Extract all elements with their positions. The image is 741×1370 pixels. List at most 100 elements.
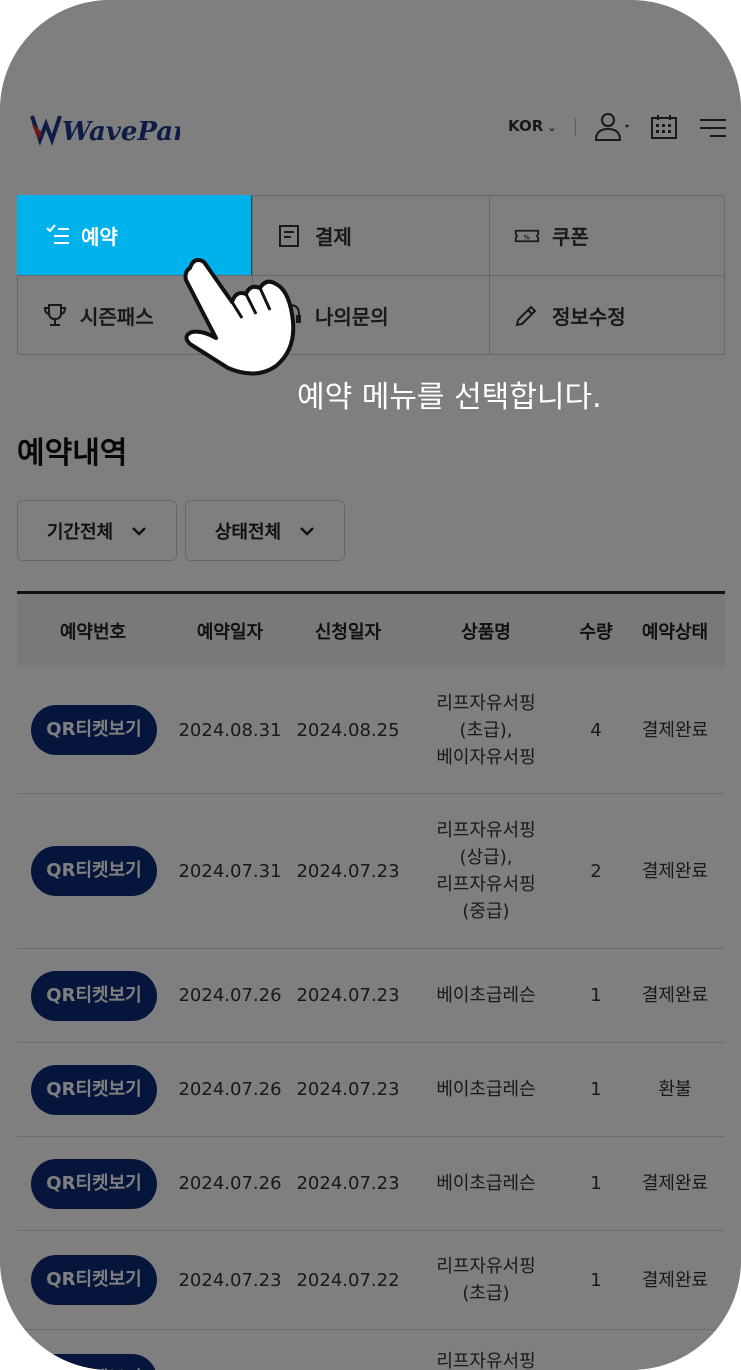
product-name: 베이초급레슨 [405, 982, 567, 1009]
period-filter-label: 기간전체 [46, 521, 114, 543]
menu-label: 시즌패스 [80, 304, 154, 329]
header-reservation-date: 예약일자 [196, 621, 264, 643]
tutorial-instruction: 예약 메뉴를 선택합니다. [297, 380, 602, 415]
header-apply-date: 신청일자 [314, 621, 382, 643]
svg-text:WavePark: WavePark [62, 117, 180, 147]
product-name: 베이초급레슨 [405, 1076, 567, 1103]
table-row: QR티켓보기 2024.07.31 2024.07.23 리프자유서핑 (상급)… [17, 794, 725, 949]
reservation-status: 결제완료 [641, 1269, 709, 1291]
header-product: 상품명 [461, 621, 511, 643]
apply-date: 2024.07.23 [296, 985, 400, 1006]
user-icon[interactable] [594, 112, 634, 142]
reservation-status: 결제완료 [641, 1173, 709, 1194]
reservation-status: 결제완료 [641, 985, 709, 1006]
screen: WavePark KOR⌄ 예약 결제 [0, 0, 741, 1370]
table-row: QR티켓보기 2024.07.23 2024.07.22 리프자유서핑 (초급)… [17, 1231, 725, 1330]
qr-ticket-button[interactable]: QR티켓보기 [31, 1255, 157, 1305]
qr-ticket-button[interactable]: QR티켓보기 [31, 1064, 157, 1115]
pointing-hand-icon [183, 258, 296, 376]
chevron-down-icon [300, 526, 315, 536]
header-reservation-no: 예약번호 [59, 621, 127, 643]
apply-date: 2024.07.22 [296, 1269, 400, 1291]
product-line: 베이초급레슨 [436, 985, 536, 1006]
trophy-icon [43, 304, 67, 326]
phone-frame: WavePark KOR⌄ 예약 결제 [0, 0, 741, 1370]
menu-label: 정보수정 [552, 304, 626, 329]
reservation-date: 2024.07.26 [178, 985, 282, 1006]
qr-ticket-button[interactable]: QR티켓보기 [31, 970, 157, 1021]
quantity: 2 [590, 860, 602, 882]
menu-coupon[interactable]: % 쿠폰 [490, 196, 725, 276]
product-line: (중급) [462, 901, 510, 922]
chevron-down-icon: ⌄ [547, 121, 557, 134]
product-name: 리프자유서핑 [405, 1348, 567, 1370]
reservation-table: 예약번호 예약일자 신청일자 상품명 수량 예약상태 QR티켓보기 2024.0… [17, 591, 725, 1370]
header: WavePark KOR⌄ [0, 100, 741, 160]
product-line: 리프자유서핑 [436, 1351, 536, 1370]
hamburger-menu-icon[interactable] [698, 116, 728, 140]
product-name: 리프자유서핑 (초급), 베이자유서핑 [405, 690, 567, 771]
qr-ticket-button[interactable]: QR티켓보기 [31, 705, 157, 755]
apply-date: 2024.07.23 [296, 1173, 400, 1194]
header-quantity: 수량 [579, 621, 613, 643]
menu-edit-info[interactable]: 정보수정 [490, 276, 725, 355]
product-name: 베이초급레슨 [405, 1170, 567, 1197]
menu-label: 결제 [315, 225, 352, 249]
quantity: 1 [590, 1079, 602, 1100]
product-line: 리프자유서핑 [436, 874, 536, 895]
product-name: 리프자유서핑 (상급), 리프자유서핑 (중급) [405, 817, 567, 925]
language-label: KOR [508, 117, 544, 135]
menu-label: 나의문의 [315, 304, 389, 329]
period-filter-dropdown[interactable]: 기간전체 [17, 500, 177, 561]
quantity: 1 [590, 1173, 602, 1194]
product-name: 리프자유서핑 (초급) [405, 1253, 567, 1307]
reservation-date: 2024.07.26 [178, 1173, 282, 1194]
coupon-icon: % [514, 229, 540, 242]
qr-ticket-button[interactable]: QR티켓보기 [31, 846, 157, 896]
apply-date: 2024.08.25 [296, 719, 400, 741]
product-line: 베이초급레슨 [436, 1173, 536, 1194]
quantity: 1 [590, 1269, 602, 1291]
apply-date: 2024.07.23 [296, 1079, 400, 1100]
reservation-date: 2024.07.26 [178, 1079, 282, 1100]
reservation-status: 결제완료 [641, 719, 709, 741]
product-line: 리프자유서핑 [436, 692, 536, 714]
reservation-date: 2024.08.31 [178, 719, 282, 741]
language-selector[interactable]: KOR ⌄ [508, 117, 556, 135]
status-filter-label: 상태전체 [214, 521, 282, 543]
reservation-status: 환불 [658, 1079, 692, 1100]
quantity: 1 [590, 985, 602, 1006]
product-line: (초급), [459, 719, 513, 741]
table-header: 예약번호 예약일자 신청일자 상품명 수량 예약상태 [17, 591, 725, 667]
reservation-status: 결제완료 [641, 860, 709, 882]
product-line: 베이자유서핑 [436, 746, 536, 768]
qr-ticket-button[interactable]: QR티켓보기 [31, 1158, 157, 1209]
quantity: 4 [590, 719, 602, 741]
wavepark-logo[interactable]: WavePark [30, 106, 180, 150]
product-line: 리프자유서핑 [436, 820, 536, 841]
status-filter-dropdown[interactable]: 상태전체 [185, 500, 345, 561]
page-title: 예약내역 [17, 436, 128, 471]
apply-date: 2024.07.23 [296, 860, 400, 882]
receipt-icon [279, 224, 299, 247]
product-line: 리프자유서핑 [436, 1256, 536, 1277]
table-row: QR티켓보기 2024.07.26 2024.07.23 베이초급레슨 1 환불 [17, 1043, 725, 1137]
qr-ticket-button[interactable]: QR티켓보기 [31, 1354, 157, 1370]
table-row: QR티켓보기 2024.07.26 2024.07.23 베이초급레슨 1 결제… [17, 949, 725, 1043]
calendar-icon[interactable] [650, 114, 678, 140]
svg-text:%: % [524, 234, 530, 241]
header-divider [575, 118, 576, 136]
checklist-icon [46, 224, 69, 244]
product-line: (상급), [459, 847, 513, 868]
menu-label: 쿠폰 [552, 225, 589, 249]
reservation-date: 2024.07.23 [178, 1269, 282, 1291]
pencil-icon [515, 305, 537, 327]
reservation-date: 2024.07.31 [178, 860, 282, 882]
header-status: 예약상태 [641, 621, 709, 643]
table-row: QR티켓보기 2024.08.31 2024.08.25 리프자유서핑 (초급)… [17, 667, 725, 794]
product-line: 베이초급레슨 [436, 1079, 536, 1100]
table-row: QR티켓보기 2024.07.26 2024.07.23 베이초급레슨 1 결제… [17, 1137, 725, 1231]
highlighted-menu-label: 예약 [81, 224, 118, 249]
table-row: QR티켓보기 리프자유서핑 [17, 1330, 725, 1370]
chevron-down-icon [132, 526, 147, 536]
